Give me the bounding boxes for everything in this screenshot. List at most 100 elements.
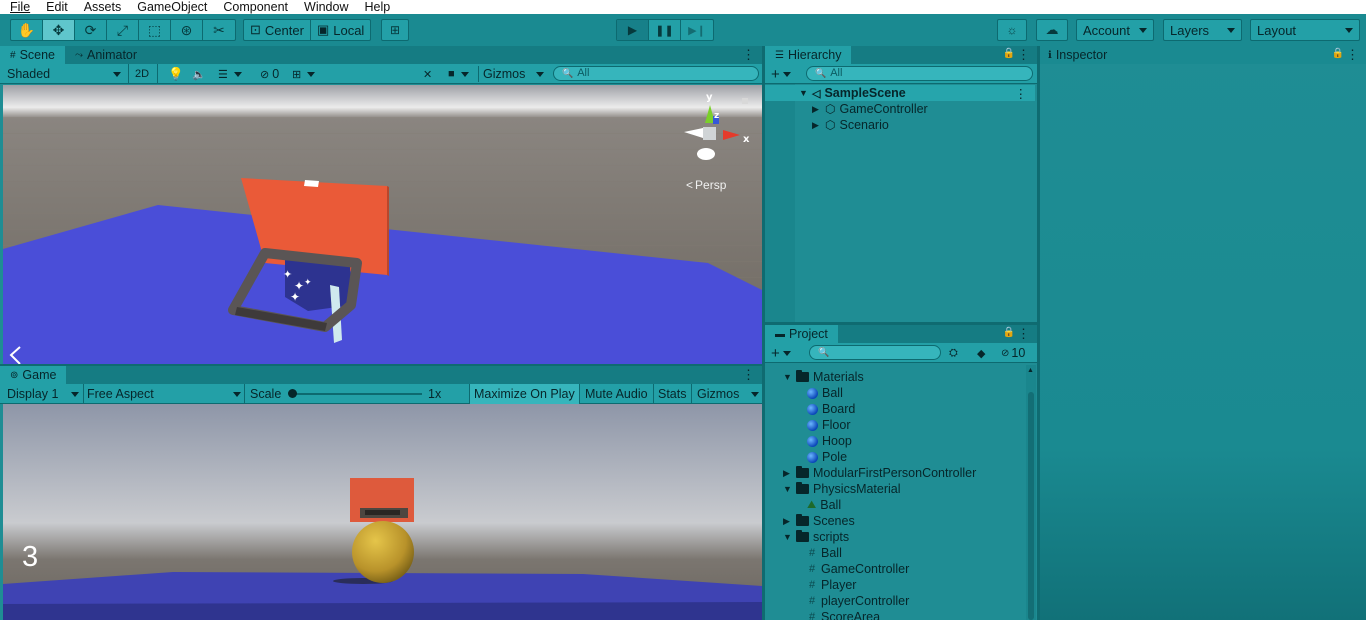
scale-tool-button[interactable]: ⤢ (107, 20, 139, 40)
lock-icon[interactable]: 🔒 (1332, 48, 1344, 59)
account-dropdown[interactable]: Account (1076, 19, 1154, 41)
layers-dropdown[interactable]: Layers (1163, 19, 1242, 41)
menu-component[interactable]: Component (213, 0, 294, 14)
create-asset-button[interactable]: + (771, 345, 791, 362)
hand-tool-button[interactable]: ✋ (11, 20, 43, 40)
vertical-splitter[interactable] (1037, 46, 1040, 620)
maximize-on-play-toggle[interactable]: Maximize On Play (470, 384, 579, 404)
tab-animator[interactable]: ⤳ Animator (65, 46, 147, 64)
project-asset-row[interactable]: # playerController (807, 593, 909, 609)
chevron-right-icon[interactable]: ▶ (783, 516, 792, 527)
create-button[interactable]: + (771, 66, 791, 83)
grid-dropdown[interactable]: ⊞ (292, 66, 316, 82)
project-asset-row[interactable]: # Player (807, 577, 857, 593)
pause-button[interactable]: ❚❚ (649, 20, 681, 40)
panel-menu-icon[interactable]: ⋮ (1346, 47, 1359, 63)
game-viewport[interactable]: 3 (3, 404, 762, 620)
horizontal-splitter[interactable] (0, 364, 762, 366)
chevron-down-icon[interactable]: ▼ (783, 532, 792, 542)
scene-menu-icon[interactable]: ⋮ (1015, 86, 1028, 101)
chevron-right-icon[interactable]: ▶ (812, 120, 821, 131)
aspect-dropdown[interactable]: Free Aspect (87, 386, 241, 402)
space-local-button[interactable]: ▣ Local (311, 20, 370, 40)
scene-root-row[interactable]: ▼ ◁ SampleScene ⋮ (765, 85, 1035, 101)
project-folder-row[interactable]: ▼ scripts (783, 529, 849, 545)
project-scrollbar[interactable]: ▲ (1026, 365, 1036, 620)
mute-audio-toggle[interactable]: Mute Audio (585, 386, 648, 402)
chevron-down-icon[interactable]: ▼ (783, 372, 792, 382)
transform-tool-button[interactable]: ⊛ (171, 20, 203, 40)
menu-gameobject[interactable]: GameObject (127, 0, 213, 14)
tab-project[interactable]: ▬ Project (765, 325, 838, 343)
project-asset-row[interactable]: Pole (807, 449, 847, 465)
project-asset-row[interactable]: # ScoreArea (807, 609, 880, 620)
menu-assets[interactable]: Assets (74, 0, 128, 14)
project-asset-row[interactable]: Ball (807, 385, 843, 401)
scale-slider-thumb[interactable] (288, 389, 297, 398)
gizmos-dropdown[interactable]: Gizmos (478, 66, 544, 82)
chevron-down-icon[interactable]: ▼ (783, 484, 792, 494)
tab-game[interactable]: ⊚ Game (0, 366, 67, 384)
chevron-right-icon[interactable]: ▶ (783, 468, 792, 479)
project-asset-row[interactable]: # Ball (807, 545, 842, 561)
project-folder-row[interactable]: ▼ Materials (783, 369, 864, 385)
project-asset-row[interactable]: Hoop (807, 433, 852, 449)
hierarchy-search-input[interactable]: 🔍 All (806, 66, 1033, 81)
scene-search-input[interactable]: 🔍 All (553, 66, 759, 81)
game-gizmos-dropdown[interactable]: Gizmos (697, 386, 759, 402)
scene-viewport[interactable]: ✦ ✦ ✦ ✦ y z x < Persp (3, 85, 762, 364)
projection-label[interactable]: < Persp (686, 178, 727, 192)
effects-dropdown[interactable]: ☰ (218, 66, 242, 82)
hidden-packages-toggle[interactable]: ⊘ 10 (1001, 345, 1025, 361)
audio-toggle[interactable]: 🔈 (192, 66, 206, 82)
rotate-tool-button[interactable]: ⟳ (75, 20, 107, 40)
project-search-input[interactable]: 🔍 (809, 345, 941, 360)
project-asset-row[interactable]: ⛰ Ball (807, 497, 841, 513)
panel-menu-icon[interactable]: ⋮ (742, 367, 755, 383)
project-asset-row[interactable]: Floor (807, 417, 850, 433)
filter-by-type-button[interactable]: ⛭ (949, 345, 958, 361)
menu-help[interactable]: Help (354, 0, 396, 14)
panel-menu-icon[interactable]: ⋮ (742, 47, 755, 63)
tab-inspector[interactable]: ℹ Inspector (1040, 46, 1117, 64)
rect-tool-button[interactable]: ⬚ (139, 20, 171, 40)
project-asset-row[interactable]: # GameController (807, 561, 909, 577)
lock-icon[interactable]: 🔒 (1003, 48, 1015, 59)
shading-mode-dropdown[interactable]: Shaded (7, 66, 121, 82)
camera-dropdown[interactable]: ■ (448, 66, 469, 82)
scrollbar-thumb[interactable] (1028, 392, 1034, 620)
stats-toggle[interactable]: Stats (658, 386, 687, 402)
project-folder-row[interactable]: ▶ ModularFirstPersonController (783, 465, 976, 481)
pivot-center-button[interactable]: ⊡ Center (244, 20, 311, 40)
hierarchy-item-scenario[interactable]: ▶ ⬡ Scenario (812, 117, 889, 133)
filter-by-label-button[interactable]: ◆ (977, 345, 985, 361)
hierarchy-item-gamecontroller[interactable]: ▶ ⬡ GameController (812, 101, 928, 117)
lock-icon[interactable]: 🔒 (1003, 327, 1015, 338)
layout-dropdown[interactable]: Layout (1250, 19, 1360, 41)
horizontal-splitter[interactable] (765, 322, 1037, 325)
tools-toggle[interactable]: ✕ (423, 66, 432, 82)
cloud-button[interactable]: ☁ (1037, 20, 1067, 40)
project-asset-row[interactable]: Board (807, 401, 855, 417)
display-dropdown[interactable]: Display 1 (7, 386, 79, 402)
vertical-splitter[interactable] (762, 46, 765, 620)
grid-snap-button[interactable]: ⊞ (382, 20, 408, 40)
panel-menu-icon[interactable]: ⋮ (1017, 47, 1030, 63)
toggle-2d-button[interactable]: 2D (135, 66, 149, 82)
panel-menu-icon[interactable]: ⋮ (1017, 326, 1030, 342)
move-tool-button[interactable]: ✥ (43, 20, 75, 40)
project-folder-row[interactable]: ▶ Scenes (783, 513, 855, 529)
custom-tool-button[interactable]: ✂ (203, 20, 235, 40)
hidden-objects-toggle[interactable]: ⊘ 0 (260, 66, 279, 82)
lighting-toggle[interactable]: 💡 (168, 66, 184, 82)
menu-file[interactable]: File (0, 0, 36, 14)
menu-window[interactable]: Window (294, 0, 354, 14)
scale-slider[interactable] (290, 393, 422, 395)
chevron-right-icon[interactable]: ▶ (812, 104, 821, 115)
tab-scene[interactable]: # Scene (0, 46, 66, 64)
project-folder-row[interactable]: ▼ PhysicsMaterial (783, 481, 901, 497)
play-button[interactable]: ▶ (617, 20, 649, 40)
menu-edit[interactable]: Edit (36, 0, 74, 14)
tab-hierarchy[interactable]: ☰ Hierarchy (765, 46, 852, 64)
step-button[interactable]: ▶❙ (681, 20, 713, 40)
